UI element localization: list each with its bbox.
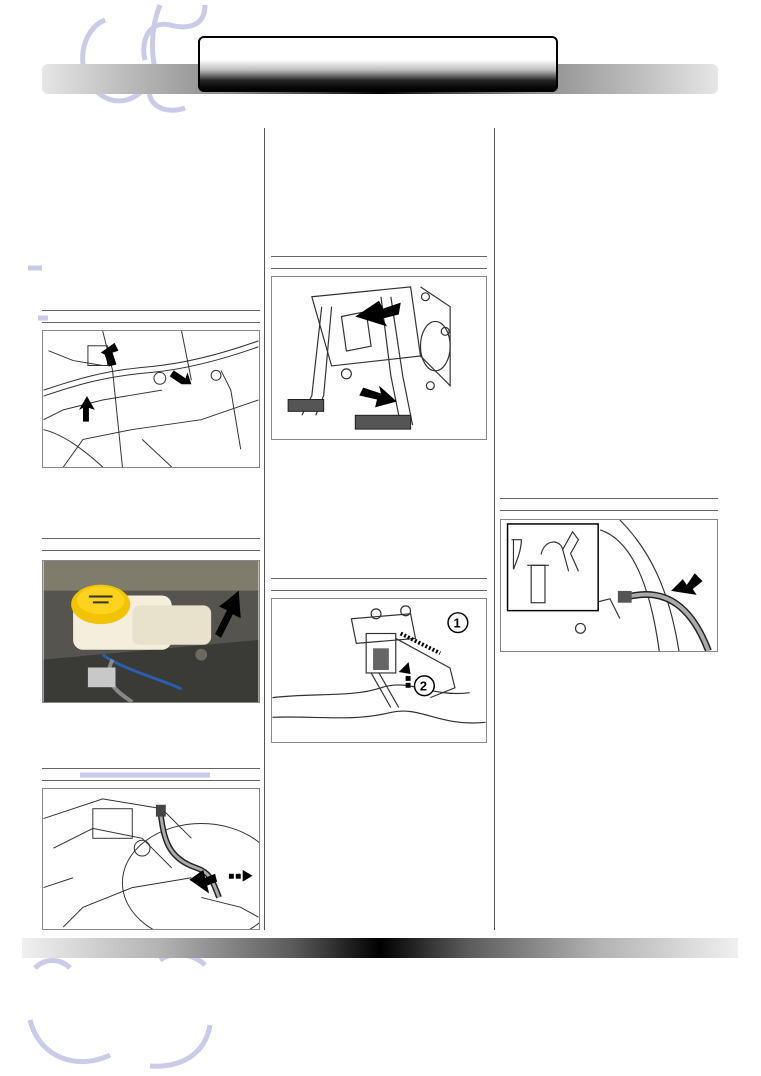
section-rule [271,578,487,579]
column-divider-right [494,128,495,930]
figure-fuel-lines [42,330,260,468]
figure-pedal-assembly [271,276,487,440]
figure-brake-fluid-reservoir [42,560,260,703]
section-rule [271,268,487,269]
section-rule [271,590,487,591]
section-rule [42,322,260,323]
callout-1: 1 [453,616,460,631]
section-rule [42,538,260,539]
header-title-box [198,36,558,92]
footer-bar [22,938,738,958]
section-rule [42,550,260,551]
section-rule [500,498,718,499]
section-rule [42,768,260,769]
figure-clutch-hose-tool [500,519,718,652]
section-rule [42,310,260,311]
section-rule [271,256,487,257]
section-rule [500,510,718,511]
section-rule [42,780,260,781]
figure-brake-booster-hose [42,788,260,930]
figure-clutch-master-cylinder: 1 2 [271,598,487,743]
callout-2: 2 [420,679,427,694]
column-divider-left [264,128,265,930]
